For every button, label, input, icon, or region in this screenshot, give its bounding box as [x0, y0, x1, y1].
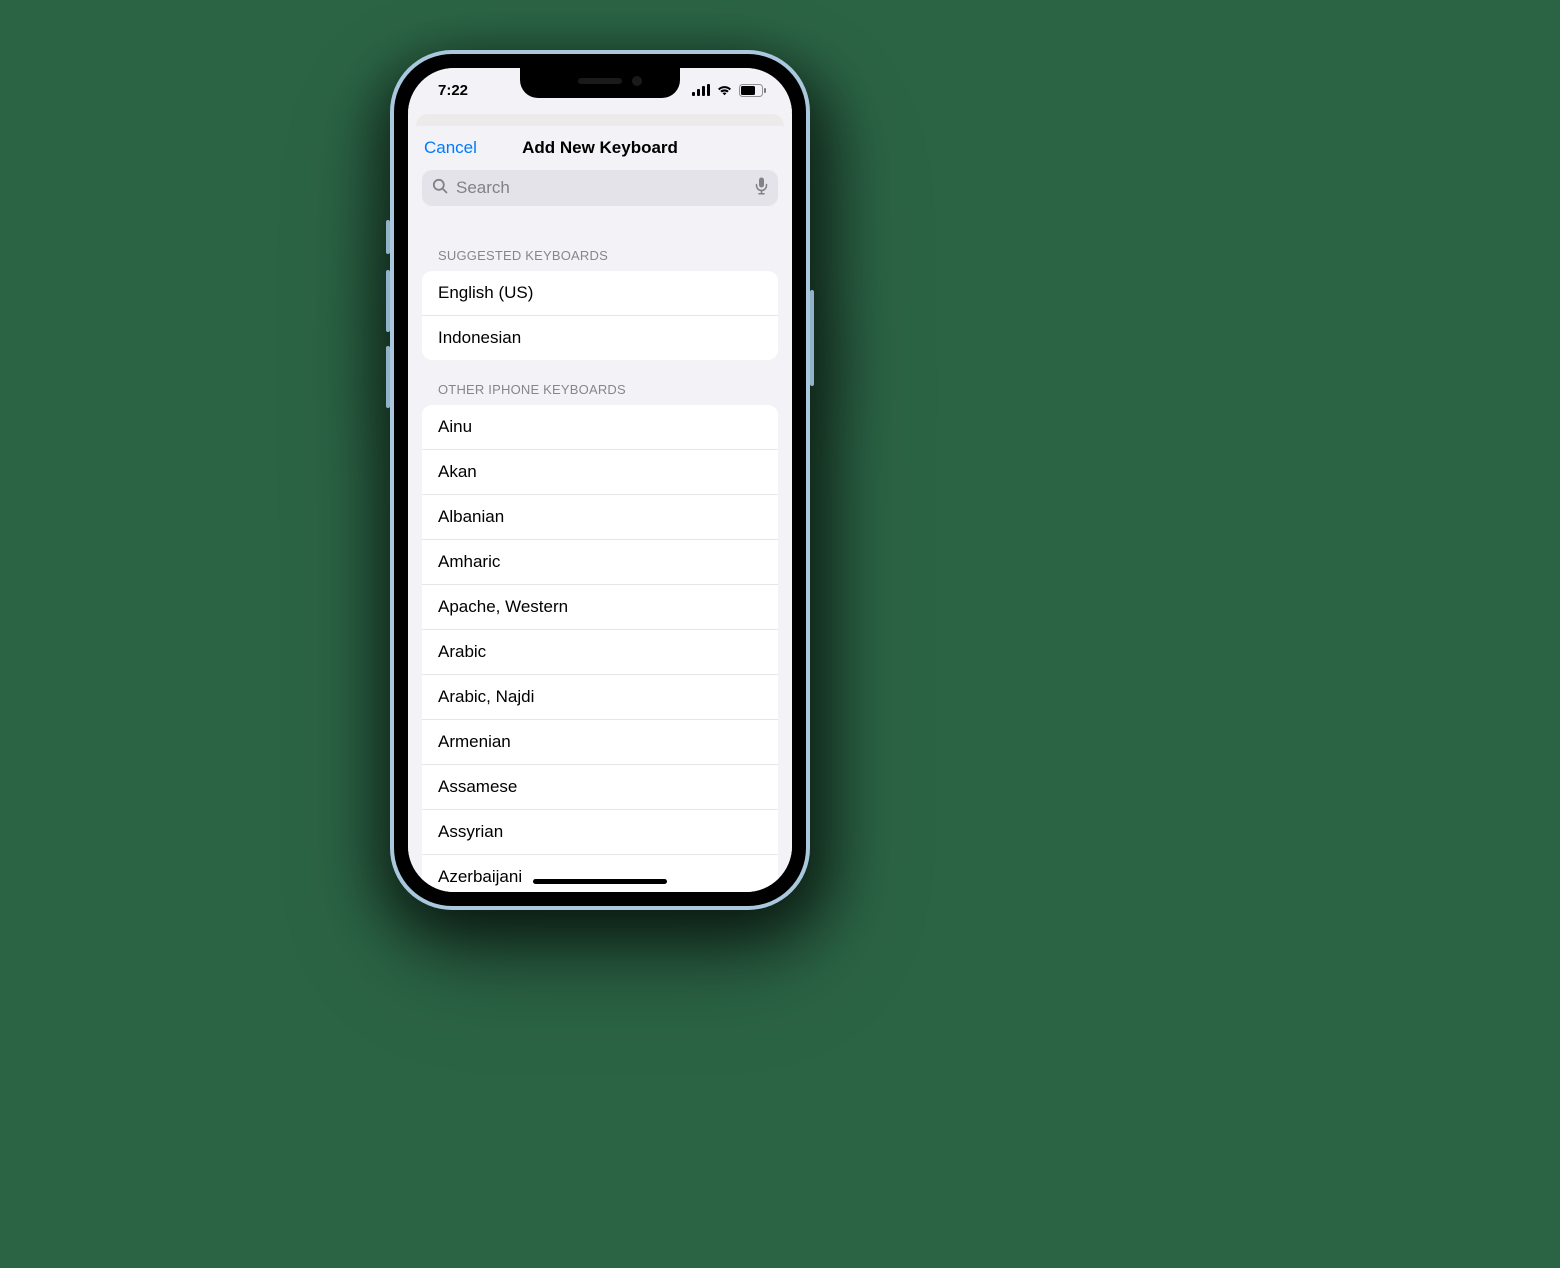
list-item[interactable]: Albanian	[422, 495, 778, 540]
list-item[interactable]: Arabic	[422, 630, 778, 675]
list-item[interactable]: Arabic, Najdi	[422, 675, 778, 720]
add-keyboard-sheet: Cancel Add New Keyboard	[408, 126, 792, 892]
list-item[interactable]: Akan	[422, 450, 778, 495]
cancel-button[interactable]: Cancel	[424, 138, 477, 158]
cellular-icon	[692, 84, 710, 96]
screen: 7:22	[408, 68, 792, 892]
wifi-icon	[716, 84, 733, 96]
list-item[interactable]: Assyrian	[422, 810, 778, 855]
list-item[interactable]: Assamese	[422, 765, 778, 810]
list-item[interactable]: Apache, Western	[422, 585, 778, 630]
nav-bar: Cancel Add New Keyboard	[408, 126, 792, 170]
notch	[520, 68, 680, 98]
list-item[interactable]: Azerbaijani	[422, 855, 778, 892]
list-item[interactable]: Armenian	[422, 720, 778, 765]
other-header: OTHER IPHONE KEYBOARDS	[408, 360, 792, 405]
page-title: Add New Keyboard	[522, 138, 678, 158]
list-item[interactable]: Amharic	[422, 540, 778, 585]
list-item[interactable]: English (US)	[422, 271, 778, 316]
search-input[interactable]	[454, 177, 749, 199]
power-button	[810, 290, 814, 386]
other-group: Ainu Akan Albanian Amharic Apache, Weste…	[422, 405, 778, 892]
list-item[interactable]: Ainu	[422, 405, 778, 450]
search-field[interactable]	[422, 170, 778, 206]
status-time: 7:22	[438, 82, 468, 99]
search-icon	[432, 178, 448, 199]
home-indicator[interactable]	[533, 879, 667, 884]
dictation-icon[interactable]	[755, 177, 768, 200]
suggested-header: SUGGESTED KEYBOARDS	[408, 218, 792, 271]
iphone-device-frame: 7:22	[390, 50, 810, 910]
list-item[interactable]: Indonesian	[422, 316, 778, 360]
suggested-group: English (US) Indonesian	[422, 271, 778, 360]
battery-icon	[739, 84, 766, 97]
